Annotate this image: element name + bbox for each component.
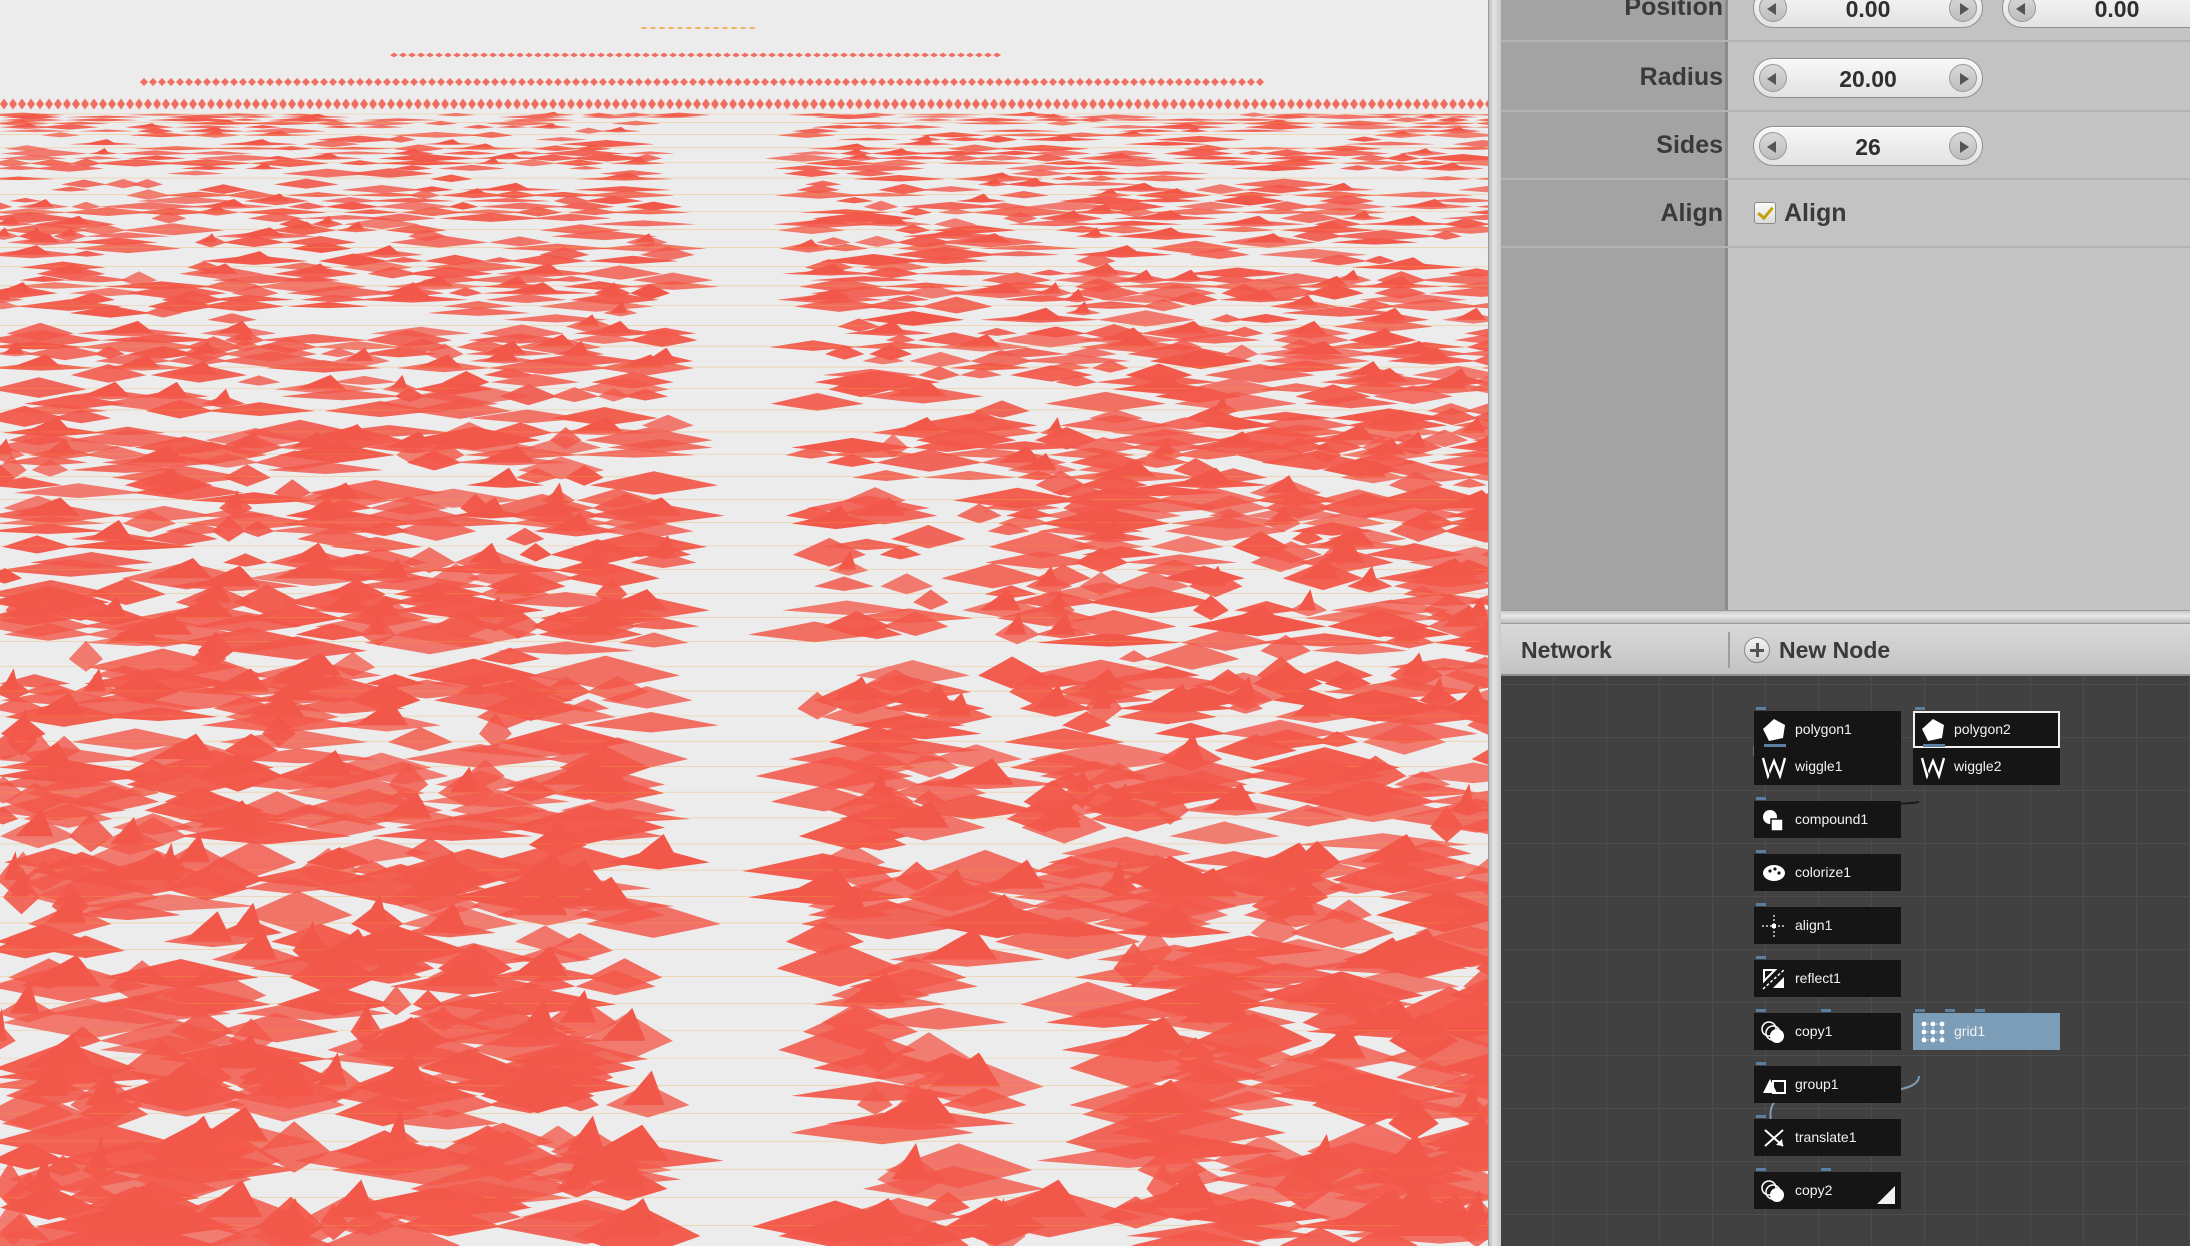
node-polygon1[interactable]: polygon1: [1754, 707, 1901, 748]
node-compound1[interactable]: compound1: [1754, 797, 1901, 838]
horizontal-splitter[interactable]: [1501, 610, 2190, 624]
align-icon: [1762, 915, 1786, 937]
node-label: copy2: [1795, 1182, 1833, 1198]
node-polygon2[interactable]: polygon2: [1913, 707, 2060, 748]
decrement-arrow-icon[interactable]: [1759, 132, 1787, 160]
node-wiggle1[interactable]: wiggle1: [1754, 744, 1901, 785]
header-divider: [1728, 632, 1730, 668]
node-copy1[interactable]: copy1: [1754, 1009, 1901, 1050]
polygon-icon: [1763, 719, 1785, 741]
translate-icon: [1764, 1129, 1784, 1147]
position-y-field[interactable]: 0.00: [2002, 0, 2190, 28]
wiggle-icon: [1920, 757, 1946, 779]
colorize-icon: [1763, 865, 1785, 881]
param-row-align: Align Align: [1501, 180, 2190, 248]
node-colorize1[interactable]: colorize1: [1754, 850, 1901, 891]
decrement-arrow-icon[interactable]: [2008, 0, 2036, 22]
node-label: translate1: [1795, 1129, 1857, 1145]
radius-value[interactable]: 20.00: [1790, 59, 1946, 99]
node-label: reflect1: [1795, 970, 1841, 986]
group-icon: [1763, 1079, 1786, 1094]
param-label-position: Position: [1624, 0, 1723, 21]
node-label: align1: [1795, 917, 1833, 933]
node-label: polygon1: [1795, 721, 1852, 737]
param-row-sides: Sides 26: [1501, 112, 2190, 180]
network-header: Network New Node: [1501, 624, 2190, 676]
rendered-node-flag: [1877, 1186, 1895, 1204]
copy-icon: [1761, 1180, 1784, 1202]
position-x-value[interactable]: 0.00: [1790, 0, 1946, 29]
decrement-arrow-icon[interactable]: [1759, 64, 1787, 92]
node-label: compound1: [1795, 811, 1869, 827]
node-label: wiggle1: [1795, 758, 1843, 774]
decrement-arrow-icon[interactable]: [1759, 0, 1787, 22]
sides-value[interactable]: 26: [1790, 127, 1946, 167]
node-label: group1: [1795, 1076, 1839, 1092]
copy-icon: [1761, 1021, 1784, 1043]
plus-icon: [1744, 637, 1770, 663]
sides-field[interactable]: 26: [1753, 126, 1983, 166]
node-reflect1[interactable]: reflect1: [1754, 956, 1901, 997]
param-label-align: Align: [1660, 199, 1724, 227]
new-node-label: New Node: [1779, 636, 1891, 663]
align-checkbox-label[interactable]: Align: [1784, 180, 1847, 246]
node-label: polygon2: [1954, 721, 2011, 737]
viewer-canvas[interactable]: [0, 0, 1488, 1246]
node-label: grid1: [1954, 1023, 1986, 1039]
polygon-icon: [1922, 719, 1944, 741]
position-x-field[interactable]: 0.00: [1753, 0, 1983, 28]
position-y-value[interactable]: 0.00: [2039, 0, 2190, 29]
vertical-splitter[interactable]: [1488, 0, 1501, 1246]
node-align1[interactable]: align1: [1754, 903, 1901, 944]
node-label: wiggle2: [1954, 758, 2002, 774]
node-label: colorize1: [1795, 864, 1852, 880]
parameters-panel: Position 0.00 0.00 Radius 20.00 Sides 26…: [1501, 0, 2190, 610]
grid-icon: [1921, 1021, 1945, 1043]
rendered-pattern: [0, 26, 1488, 1246]
node-wiggle2[interactable]: wiggle2: [1913, 744, 2060, 785]
param-label-sides: Sides: [1656, 131, 1723, 159]
reflect-icon: [1762, 968, 1786, 990]
increment-arrow-icon[interactable]: [1949, 0, 1977, 22]
compound-icon: [1763, 810, 1784, 832]
param-row-radius: Radius 20.00: [1501, 44, 2190, 112]
node-group1[interactable]: group1: [1754, 1062, 1901, 1103]
align-checkbox[interactable]: [1754, 202, 1776, 224]
param-row-position: Position 0.00 0.00: [1501, 0, 2190, 42]
wiggle-icon: [1761, 757, 1787, 779]
increment-arrow-icon[interactable]: [1949, 132, 1977, 160]
network-canvas[interactable]: polygon1 wiggle1 compound1 colorize1 ali…: [1501, 676, 2190, 1246]
node-copy2[interactable]: copy2: [1754, 1168, 1901, 1209]
node-translate1[interactable]: translate1: [1754, 1115, 1901, 1156]
node-label: copy1: [1795, 1023, 1833, 1039]
network-title: Network: [1521, 637, 1612, 663]
param-label-radius: Radius: [1639, 63, 1723, 91]
new-node-button[interactable]: New Node: [1744, 636, 1890, 664]
increment-arrow-icon[interactable]: [1949, 64, 1977, 92]
pattern-shapes: [0, 26, 1488, 1246]
radius-field[interactable]: 20.00: [1753, 58, 1983, 98]
node-grid1[interactable]: grid1: [1913, 1009, 2060, 1050]
